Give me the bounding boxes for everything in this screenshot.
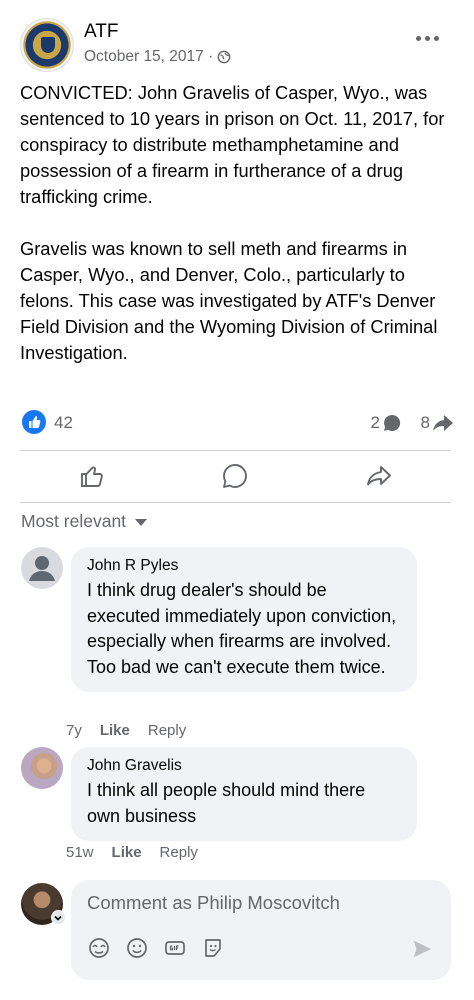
comment-input[interactable] xyxy=(87,892,427,914)
comment-count-value: 2 xyxy=(370,413,380,432)
comment-text: I think drug dealer's should be executed… xyxy=(87,580,397,677)
share-button[interactable] xyxy=(349,456,409,496)
avatar-sticker-icon[interactable] xyxy=(87,936,111,960)
divider xyxy=(20,502,451,503)
comment-box xyxy=(71,880,451,980)
account-switch-badge[interactable] xyxy=(51,910,66,925)
default-user-icon xyxy=(29,556,55,581)
comment-item: John Gravelis I think all people should … xyxy=(21,747,431,847)
emoji-icon[interactable] xyxy=(125,936,149,960)
comment-actions: 51w Like Reply xyxy=(66,844,198,861)
comment-reply-button[interactable]: Reply xyxy=(148,722,186,739)
comment-bubble: John R Pyles I think drug dealer's shoul… xyxy=(71,547,417,692)
composer-tools xyxy=(87,936,225,960)
share-arrow-icon xyxy=(433,415,453,431)
post-header: ATF October 15, 2017 · xyxy=(20,18,454,74)
divider xyxy=(20,450,451,451)
comment-like-button[interactable]: Like xyxy=(100,722,130,739)
post-paragraph: CONVICTED: John Gravelis of Casper, Wyo.… xyxy=(20,82,445,207)
comment-time[interactable]: 51w xyxy=(66,844,94,861)
more-options-button[interactable] xyxy=(414,28,442,48)
commenter-avatar[interactable] xyxy=(21,547,63,589)
send-icon[interactable] xyxy=(411,938,433,960)
like-count[interactable]: 42 xyxy=(54,413,73,433)
reactions-row: 42 2 8 xyxy=(20,408,454,438)
post-meta: October 15, 2017 · xyxy=(84,48,231,66)
comment-button[interactable] xyxy=(205,456,265,496)
comment-author[interactable]: John Gravelis xyxy=(87,757,401,775)
comment-like-button[interactable]: Like xyxy=(112,844,142,861)
comment-sort-dropdown[interactable]: Most relevant xyxy=(21,511,148,532)
comment-time[interactable]: 7y xyxy=(66,722,82,739)
post-body: CONVICTED: John Gravelis of Casper, Wyo.… xyxy=(20,80,460,392)
sticker-icon[interactable] xyxy=(201,936,225,960)
globe-icon xyxy=(217,50,231,64)
share-count[interactable]: 8 xyxy=(421,413,454,433)
post-paragraph: Gravelis was known to sell meth and fire… xyxy=(20,238,438,363)
comment-text: I think all people should mind there own… xyxy=(87,780,366,826)
comment-item: John R Pyles I think drug dealer's shoul… xyxy=(21,547,431,747)
comment-bubble-icon xyxy=(384,414,401,431)
comment-composer xyxy=(21,880,451,980)
caret-down-icon xyxy=(135,518,148,526)
thumbs-up-icon xyxy=(80,466,103,487)
share-count-value: 8 xyxy=(420,413,430,432)
like-reaction-icon[interactable] xyxy=(22,410,46,434)
chevron-down-icon xyxy=(54,915,62,921)
comment-icon xyxy=(223,464,248,488)
comment-count[interactable]: 2 xyxy=(371,413,402,433)
more-horizontal-icon xyxy=(416,36,421,41)
comment-actions: 7y Like Reply xyxy=(66,722,186,739)
like-button[interactable] xyxy=(62,456,122,496)
gif-icon[interactable] xyxy=(163,936,187,960)
page-avatar[interactable] xyxy=(20,18,74,72)
post-date[interactable]: October 15, 2017 · xyxy=(84,48,213,66)
comment-author[interactable]: John R Pyles xyxy=(87,557,401,575)
commenter-avatar[interactable] xyxy=(21,747,63,789)
sort-label: Most relevant xyxy=(21,511,127,531)
share-icon xyxy=(367,466,392,486)
comment-bubble: John Gravelis I think all people should … xyxy=(71,747,417,841)
post-action-bar xyxy=(20,452,451,500)
comment-reply-button[interactable]: Reply xyxy=(160,844,198,861)
page-name[interactable]: ATF xyxy=(84,21,118,43)
